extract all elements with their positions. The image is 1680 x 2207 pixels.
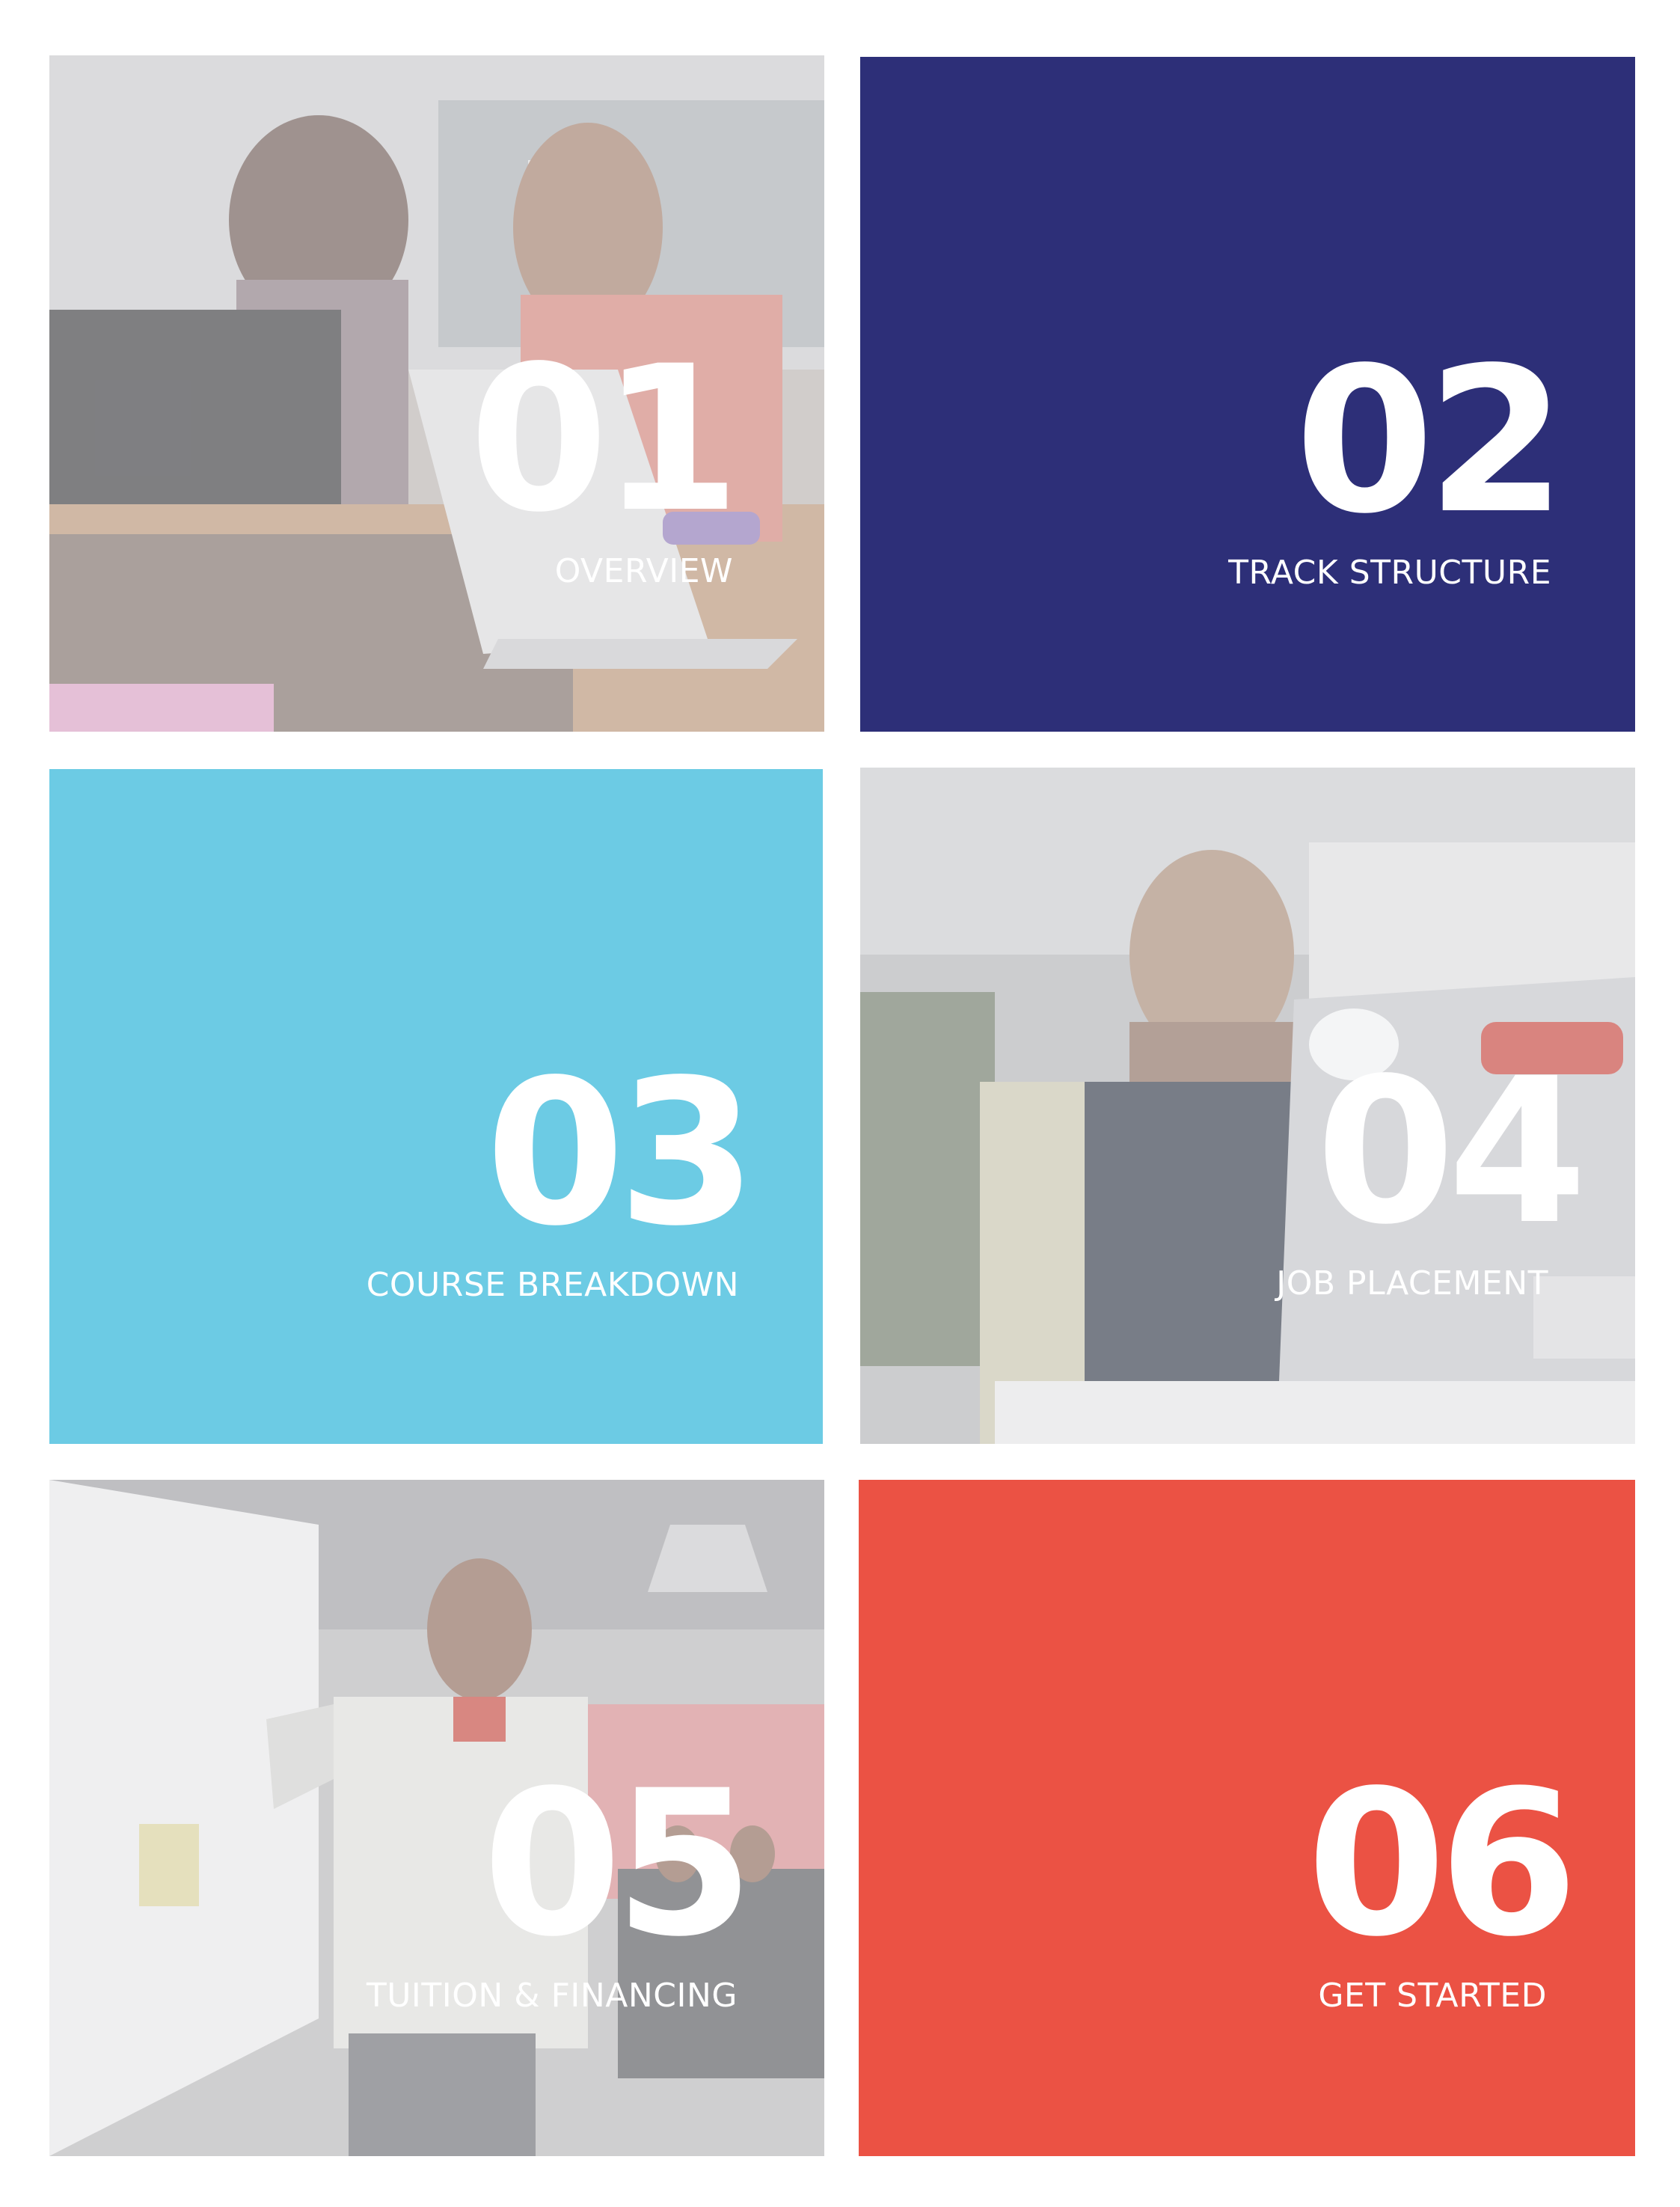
- section-number: 01: [469, 323, 741, 557]
- section-label: JOB PLACEMENT: [1276, 1264, 1548, 1303]
- tile-tuition-financing[interactable]: 05 TUITION & FINANCING: [49, 1480, 824, 2156]
- section-label: GET STARTED: [1318, 1977, 1547, 2015]
- section-label: TRACK STRUCTURE: [1228, 554, 1551, 592]
- section-label: TUITION & FINANCING: [366, 1977, 738, 2015]
- section-number: 03: [485, 1037, 757, 1270]
- tile-course-breakdown[interactable]: 03 COURSE BREAKDOWN: [49, 769, 823, 1444]
- tile-get-started[interactable]: 06 GET STARTED: [859, 1480, 1635, 2156]
- section-number: 04: [1316, 1035, 1587, 1269]
- tile-track-structure[interactable]: 02 TRACK STRUCTURE: [860, 57, 1635, 732]
- section-number: 02: [1295, 325, 1566, 558]
- section-number: 05: [482, 1748, 754, 1981]
- section-number: 06: [1307, 1748, 1578, 1981]
- tile-job-placement[interactable]: 04 JOB PLACEMENT: [860, 768, 1635, 1444]
- tile-overview[interactable]: 01 OVERVIEW: [49, 55, 824, 732]
- section-label: OVERVIEW: [554, 552, 733, 590]
- section-label: COURSE BREAKDOWN: [366, 1266, 739, 1304]
